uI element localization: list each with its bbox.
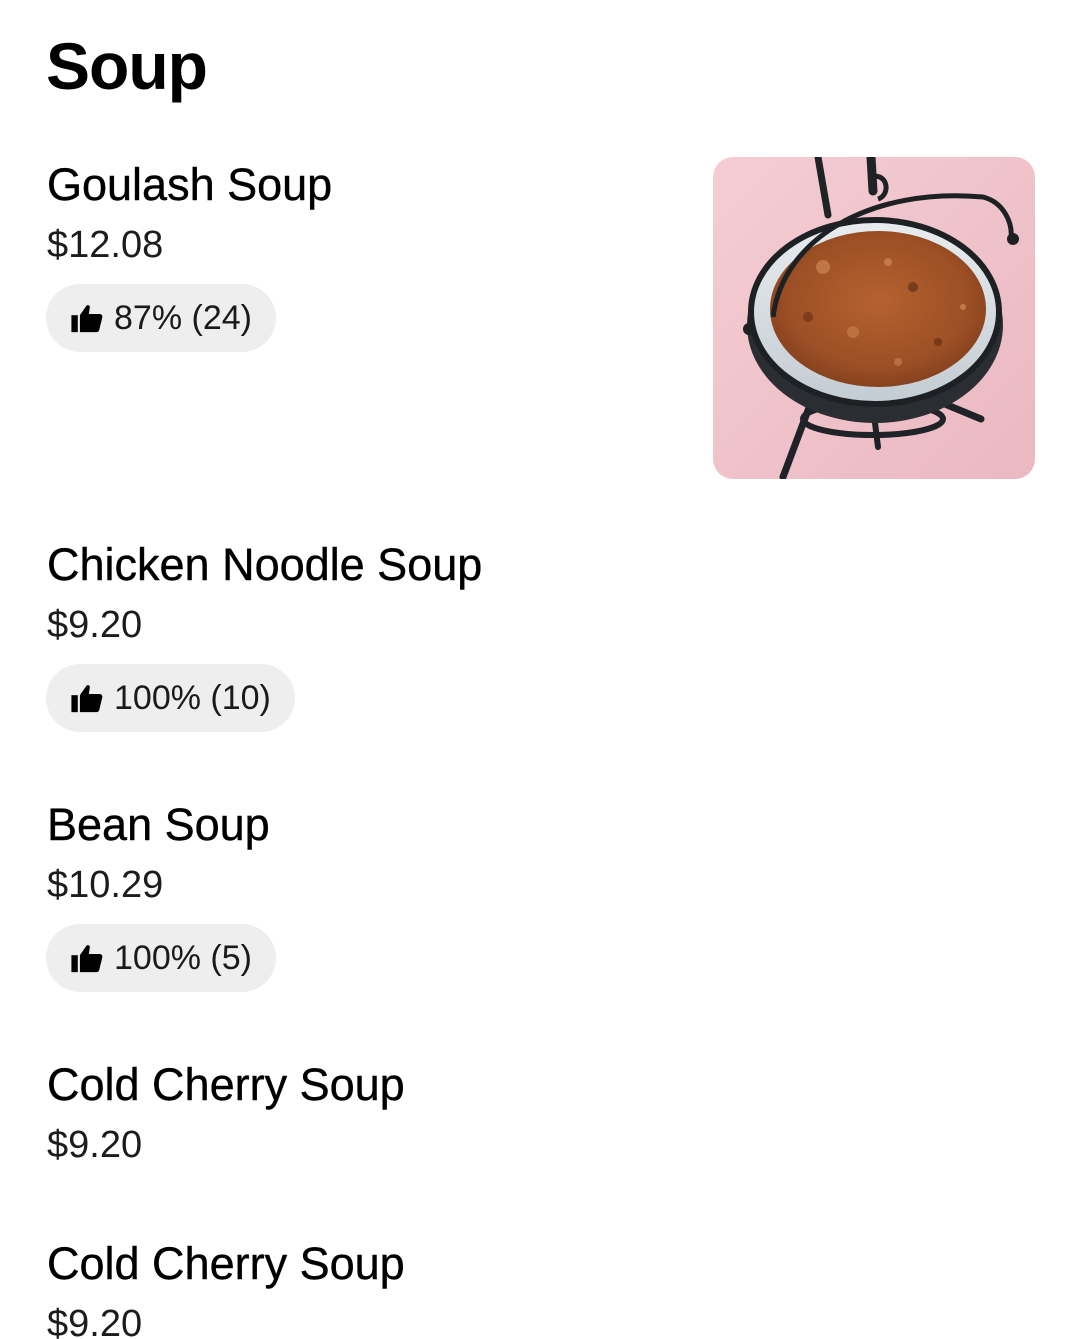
menu-page: Soup Goulash Soup $12.08 87% (24) Chicke…: [0, 0, 1080, 1339]
soup-bowl-image: [713, 157, 1035, 479]
item-name: Goulash Soup: [47, 159, 333, 210]
item-name: Bean Soup: [47, 799, 270, 850]
thumbs-up-icon: [71, 945, 103, 973]
item-name: Chicken Noodle Soup: [47, 539, 483, 590]
rating-text: 87% (24): [114, 299, 252, 337]
item-price: $9.20: [47, 604, 143, 646]
section-title: Soup: [46, 29, 208, 103]
thumbs-up-icon: [71, 685, 103, 713]
goulash-soup-photo[interactable]: [713, 157, 1035, 479]
item-name: Cold Cherry Soup: [47, 1059, 405, 1110]
item-price: $12.08: [47, 224, 164, 266]
thumbs-up-icon: [71, 305, 103, 333]
item-price: $9.20: [47, 1124, 143, 1166]
rating-badge[interactable]: 100% (5): [46, 924, 276, 992]
item-name: Cold Cherry Soup: [47, 1238, 405, 1289]
item-price: $9.20: [47, 1303, 143, 1339]
rating-text: 100% (5): [114, 939, 252, 977]
item-price: $10.29: [47, 864, 164, 906]
rating-text: 100% (10): [114, 679, 271, 717]
rating-badge[interactable]: 87% (24): [46, 284, 276, 352]
rating-badge[interactable]: 100% (10): [46, 664, 295, 732]
